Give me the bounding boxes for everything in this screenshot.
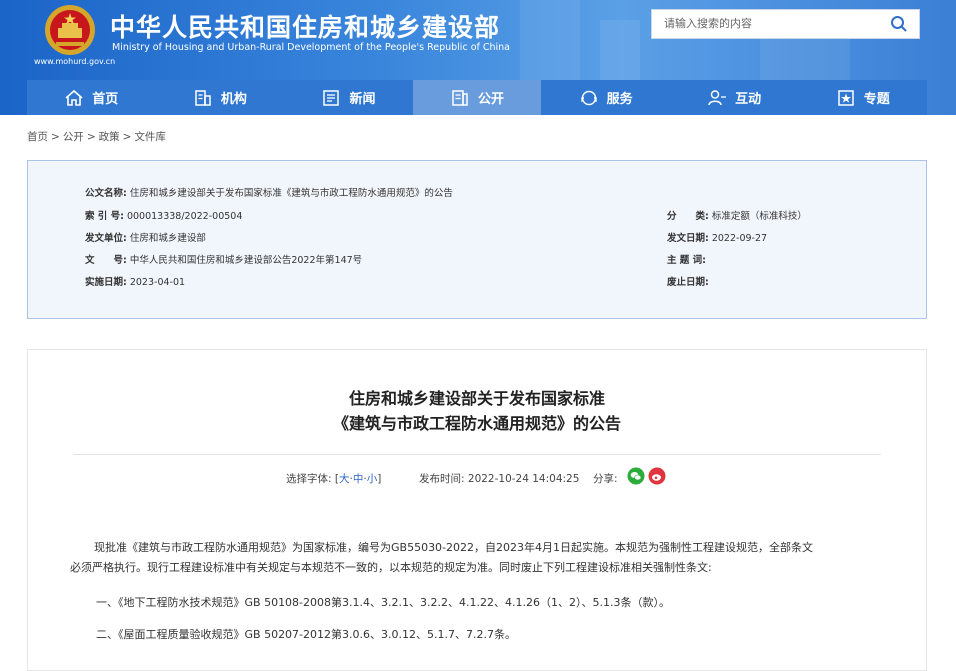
nav-item-news[interactable]: 新闻 [284, 80, 413, 115]
nav-label: 互动 [735, 92, 762, 107]
info-key: 分 类: [667, 211, 709, 222]
font-size-selector: 选择字体: [大·中·小] [286, 471, 381, 486]
nav-item-topic[interactable]: 专题 [798, 80, 927, 115]
nav-item-disclosure[interactable]: 公开 [412, 80, 542, 115]
nav-label: 专题 [863, 92, 890, 107]
breadcrumb-home[interactable]: 首页 [27, 131, 48, 143]
info-value: 000013338/2022-00504 [126, 211, 243, 222]
info-key: 文 号: [85, 255, 127, 266]
publish-time: 发布时间: 2022-10-24 14:04:25 [419, 471, 579, 486]
info-key: 发文单位: [85, 233, 127, 244]
article-list-item: 一、《地下工程防水技术规范》GB 50108-2008第3.1.4、3.2.1、… [96, 596, 670, 609]
topic-icon [838, 89, 854, 106]
font-bracket-close: ] [377, 473, 382, 485]
home-icon [65, 89, 83, 106]
info-row-docno: 文 号: 中华人民共和国住房和城乡建设部公告2022年第147号 [85, 252, 362, 266]
nav-label: 公开 [478, 92, 505, 107]
breadcrumb-separator: > [122, 131, 132, 143]
paragraph-line: 必须严格执行。现行工程建设标准中有关规定与本规范不一致的，以本规范的规定为准。同… [70, 561, 712, 574]
info-key: 实施日期: [85, 277, 127, 288]
breadcrumb-disclosure[interactable]: 公开 [63, 131, 84, 143]
info-value: 2023-04-01 [129, 277, 186, 288]
site-title: 中华人民共和国住房和城乡建设部 [110, 13, 501, 42]
info-value: 标准定额（标准科技） [711, 211, 807, 222]
site-subtitle: Ministry of Housing and Urban-Rural Deve… [112, 42, 511, 53]
publish-value: 2022-10-24 14:04:25 [467, 473, 580, 485]
search-box [651, 9, 920, 39]
search-input[interactable] [662, 16, 886, 31]
service-icon [580, 90, 597, 105]
breadcrumb: 首页 > 公开 > 政策 > 文件库 [27, 129, 166, 144]
info-key: 发文日期: [667, 233, 709, 244]
article-list-item: 二、《屋面工程质量验收规范》GB 50207-2012第3.0.6、3.0.12… [96, 628, 516, 641]
paragraph-line: 现批准《建筑与市政工程防水通用规范》为国家标准，编号为GB55030-2022，… [94, 541, 814, 554]
nav-label: 新闻 [349, 92, 376, 107]
info-key: 废止日期: [667, 277, 709, 288]
article-panel: 住房和城乡建设部关于发布国家标准 《建筑与市政工程防水通用规范》的公告 选择字体… [27, 349, 927, 671]
info-row-abolish: 废止日期: [667, 274, 709, 288]
nav-item-home[interactable]: 首页 [27, 80, 156, 115]
breadcrumb-library[interactable]: 文件库 [134, 131, 166, 143]
document-info-box: 公文名称: 住房和城乡建设部关于发布国家标准《建筑与市政工程防水通用规范》的公告… [27, 160, 927, 319]
info-value: 2022-09-27 [711, 233, 768, 244]
search-icon[interactable] [889, 14, 909, 34]
info-value: 中华人民共和国住房和城乡建设部公告2022年第147号 [129, 255, 363, 266]
breadcrumb-separator: > [51, 131, 60, 143]
info-row-implementation: 实施日期: 2023-04-01 [85, 274, 185, 288]
main-nav: 首页 机构 新闻 公开 服务 互动 专题 [27, 80, 927, 115]
wechat-icon[interactable] [627, 467, 645, 485]
info-row-subject: 主 题 词: [667, 252, 706, 266]
disclosure-icon [452, 89, 468, 106]
nav-label: 服务 [606, 92, 633, 107]
info-key: 索 引 号: [85, 211, 124, 222]
info-row-title: 公文名称: 住房和城乡建设部关于发布国家标准《建筑与市政工程防水通用规范》的公告 [85, 185, 453, 199]
divider [73, 454, 881, 455]
article-paragraph: 现批准《建筑与市政工程防水通用规范》为国家标准，编号为GB55030-2022，… [70, 538, 813, 578]
info-row-issuer: 发文单位: 住房和城乡建设部 [85, 230, 206, 244]
article-title-line2: 《建筑与市政工程防水通用规范》的公告 [332, 414, 621, 433]
building-icon [195, 89, 211, 106]
info-row-index: 索 引 号: 000013338/2022-00504 [85, 208, 242, 222]
share-label: 分享: [593, 473, 618, 485]
info-row-date: 发文日期: 2022-09-27 [667, 230, 767, 244]
national-emblem-icon[interactable] [44, 4, 96, 56]
font-small-link[interactable]: 小 [367, 473, 378, 485]
info-value: 住房和城乡建设部 [129, 233, 206, 244]
breadcrumb-policy[interactable]: 政策 [99, 131, 120, 143]
nav-item-interact[interactable]: 互动 [670, 80, 799, 115]
font-large-link[interactable]: 大 [339, 473, 350, 485]
weibo-icon[interactable] [648, 467, 666, 485]
publish-label: 发布时间: [419, 473, 465, 485]
nav-item-org[interactable]: 机构 [156, 80, 285, 115]
header-backdrop [520, 0, 580, 80]
nav-label: 首页 [92, 92, 119, 107]
info-row-category: 分 类: 标准定额（标准科技） [667, 208, 807, 222]
site-url: www.mohurd.gov.cn [34, 57, 116, 66]
info-value: 住房和城乡建设部关于发布国家标准《建筑与市政工程防水通用规范》的公告 [129, 188, 453, 199]
font-size-label: 选择字体: [286, 473, 332, 485]
article-title-line1: 住房和城乡建设部关于发布国家标准 [348, 389, 605, 408]
interact-icon [708, 89, 727, 105]
news-icon [323, 89, 340, 106]
font-medium-link[interactable]: 中 [353, 473, 364, 485]
nav-label: 机构 [220, 92, 247, 107]
breadcrumb-separator: > [86, 131, 96, 143]
info-key: 主 题 词: [667, 255, 706, 266]
nav-item-service[interactable]: 服务 [541, 80, 670, 115]
info-key: 公文名称: [85, 188, 127, 199]
